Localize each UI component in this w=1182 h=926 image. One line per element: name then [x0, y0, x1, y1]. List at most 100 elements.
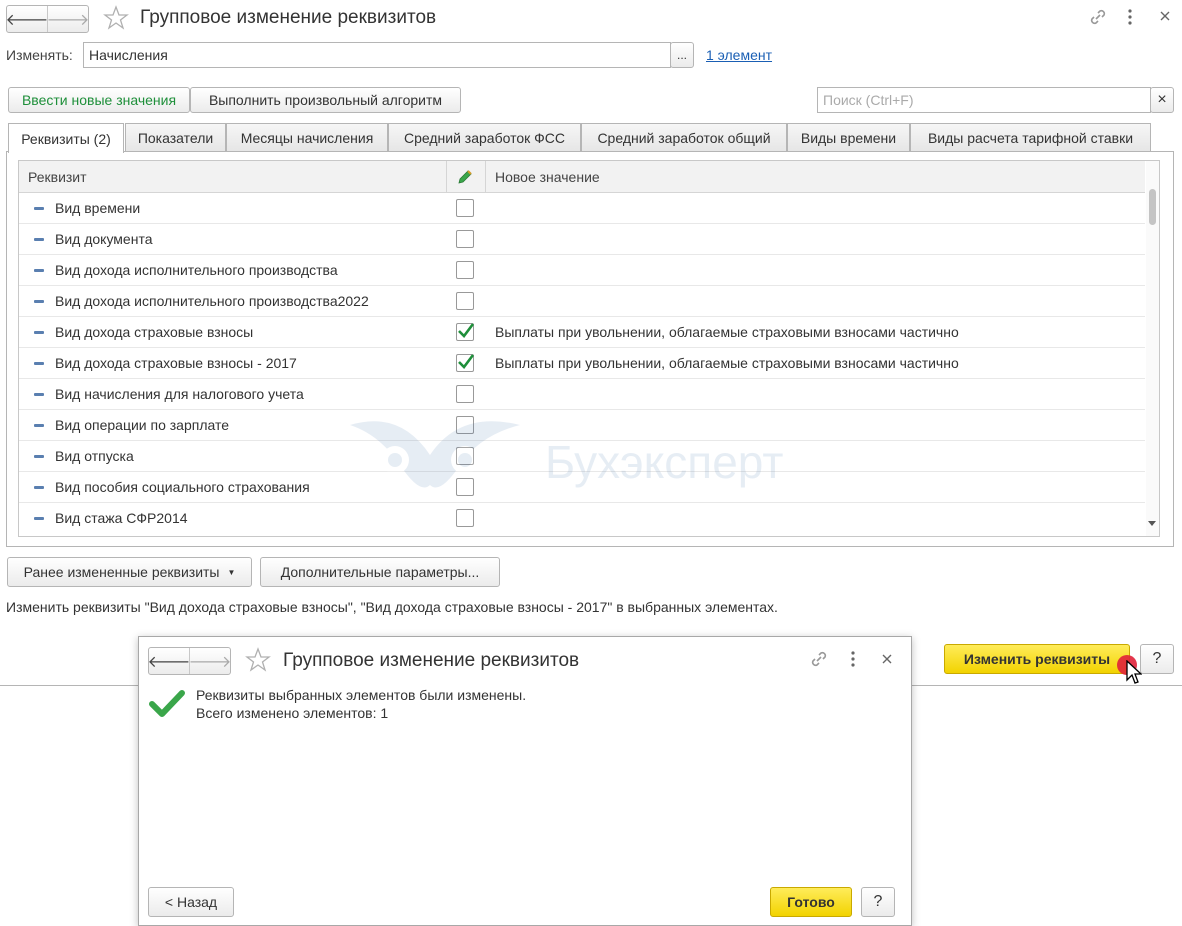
checkmark-icon [458, 323, 475, 338]
forward-arrow-icon[interactable]: 🡒 [47, 6, 89, 32]
dialog-title: Групповое изменение реквизитов [283, 650, 580, 671]
attribute-checkbox[interactable] [456, 292, 474, 310]
table-row[interactable]: Вид пособия социального страхования [19, 472, 1145, 503]
dialog-nav-buttons: 🡐 🡒 [148, 647, 231, 675]
table-row[interactable]: Вид отпуска [19, 441, 1145, 472]
row-marker-icon [34, 238, 44, 241]
pencil-icon[interactable] [456, 168, 474, 186]
close-icon[interactable] [1158, 9, 1172, 23]
select-button[interactable]: ... [670, 42, 694, 68]
attribute-checkbox[interactable] [456, 199, 474, 217]
done-button[interactable]: Готово [770, 887, 852, 917]
tab-indicators[interactable]: Показатели [125, 123, 226, 151]
row-marker-icon [34, 455, 44, 458]
dialog-help-button[interactable]: ? [861, 887, 895, 917]
tab-time-types[interactable]: Виды времени [787, 123, 910, 151]
attribute-name: Вид стажа СФР2014 [55, 510, 188, 526]
tab-avg-earnings-general[interactable]: Средний заработок общий [581, 123, 787, 151]
checkmark-icon [458, 354, 475, 369]
additional-params-button[interactable]: Дополнительные параметры... [260, 557, 500, 587]
search-input[interactable]: Поиск (Ctrl+F) [817, 87, 1151, 113]
more-menu-icon[interactable] [1125, 8, 1135, 26]
dialog-close-icon[interactable] [880, 652, 894, 666]
attribute-name: Вид дохода страховые взносы - 2017 [55, 355, 297, 371]
attribute-checkbox[interactable] [456, 509, 474, 527]
attribute-name: Вид документа [55, 231, 153, 247]
new-value[interactable]: Выплаты при увольнении, облагаемые страх… [495, 324, 959, 340]
change-label: Изменять: [6, 47, 73, 63]
attribute-name: Вид времени [55, 200, 141, 216]
attribute-checkbox[interactable] [456, 261, 474, 279]
dialog-more-menu-icon[interactable] [848, 650, 858, 668]
table-row[interactable]: Вид времени [19, 193, 1145, 224]
success-check-icon [149, 689, 185, 719]
column-new-value[interactable]: Новое значение [495, 169, 600, 185]
back-arrow-icon[interactable]: 🡐 [6, 6, 49, 32]
table-row[interactable]: Вид операции по зарплате [19, 410, 1145, 441]
table-row[interactable]: Вид дохода исполнительного производства [19, 255, 1145, 286]
table-row[interactable]: Вид документа [19, 224, 1145, 255]
previously-changed-label: Ранее измененные реквизиты [23, 564, 220, 580]
row-marker-icon [34, 362, 44, 365]
row-marker-icon [34, 486, 44, 489]
result-dialog: 🡐 🡒 Групповое изменение реквизитов Рекви… [138, 636, 912, 926]
attribute-checkbox-checked[interactable] [456, 354, 475, 372]
search-clear-button[interactable]: × [1150, 87, 1174, 113]
success-message: Реквизиты выбранных элементов были измен… [196, 687, 527, 703]
previously-changed-button[interactable]: Ранее измененные реквизиты ▼ [7, 557, 252, 587]
attribute-checkbox[interactable] [456, 416, 474, 434]
tab-accrual-months[interactable]: Месяцы начисления [226, 123, 388, 151]
row-marker-icon [34, 207, 44, 210]
attribute-name: Вид начисления для налогового учета [55, 386, 304, 402]
row-marker-icon [34, 300, 44, 303]
dialog-back-arrow-icon[interactable]: 🡐 [148, 648, 191, 674]
attribute-checkbox[interactable] [456, 385, 474, 403]
attribute-checkbox[interactable] [456, 230, 474, 248]
change-attributes-button[interactable]: Изменить реквизиты [944, 644, 1130, 674]
table-header: Реквизит Новое значение [19, 161, 1145, 193]
window-title: Групповое изменение реквизитов [140, 7, 437, 28]
table-row[interactable]: Вид дохода исполнительного производства2… [19, 286, 1145, 317]
attribute-name: Вид операции по зарплате [55, 417, 230, 433]
tab-avg-earnings-fss[interactable]: Средний заработок ФСС [388, 123, 581, 151]
attribute-checkbox[interactable] [456, 447, 474, 465]
changed-count: Всего изменено элементов: 1 [196, 705, 389, 721]
elements-link[interactable]: 1 элемент [706, 47, 772, 63]
dialog-favorite-star-icon[interactable] [245, 647, 271, 673]
new-value[interactable]: Выплаты при увольнении, облагаемые страх… [495, 355, 959, 371]
table-row[interactable]: Вид дохода страховые взносы Выплаты при … [19, 317, 1145, 348]
help-button[interactable]: ? [1140, 644, 1174, 674]
change-object-input[interactable]: Начисления [83, 42, 671, 68]
table-row[interactable]: Вид начисления для налогового учета [19, 379, 1145, 410]
dialog-forward-arrow-icon[interactable]: 🡒 [189, 648, 231, 674]
scrollbar-thumb[interactable] [1149, 189, 1156, 225]
attribute-checkbox[interactable] [456, 478, 474, 496]
tab-tariff-rate-types[interactable]: Виды расчета тарифной ставки [910, 123, 1151, 151]
dropdown-arrow-icon: ▼ [227, 567, 236, 577]
run-algorithm-button[interactable]: Выполнить произвольный алгоритм [190, 87, 461, 113]
scroll-down-icon[interactable] [1148, 521, 1156, 526]
column-divider [485, 161, 486, 193]
row-marker-icon [34, 517, 44, 520]
attributes-table: Реквизит Новое значение Вид времени Вид … [18, 160, 1160, 537]
row-marker-icon [34, 393, 44, 396]
tab-attributes[interactable]: Реквизиты (2) [8, 123, 124, 153]
attribute-name: Вид отпуска [55, 448, 134, 464]
favorite-star-icon[interactable] [103, 5, 129, 31]
table-row[interactable]: Вид дохода страховые взносы - 2017 Выпла… [19, 348, 1145, 379]
enter-new-values-button[interactable]: Ввести новые значения [8, 87, 190, 113]
vertical-scrollbar[interactable] [1146, 161, 1159, 536]
change-object-value: Начисления [89, 47, 168, 63]
back-button[interactable]: < Назад [148, 887, 234, 917]
attribute-name: Вид пособия социального страхования [55, 479, 310, 495]
attribute-checkbox-checked[interactable] [456, 323, 475, 341]
row-marker-icon [34, 331, 44, 334]
row-marker-icon [34, 424, 44, 427]
row-marker-icon [34, 269, 44, 272]
column-attribute[interactable]: Реквизит [28, 169, 87, 185]
attribute-name: Вид дохода страховые взносы [55, 324, 254, 340]
link-icon[interactable] [1088, 7, 1108, 27]
attribute-name: Вид дохода исполнительного производства [55, 262, 338, 278]
dialog-link-icon[interactable] [809, 649, 829, 669]
table-row[interactable]: Вид стажа СФР2014 [19, 503, 1145, 534]
